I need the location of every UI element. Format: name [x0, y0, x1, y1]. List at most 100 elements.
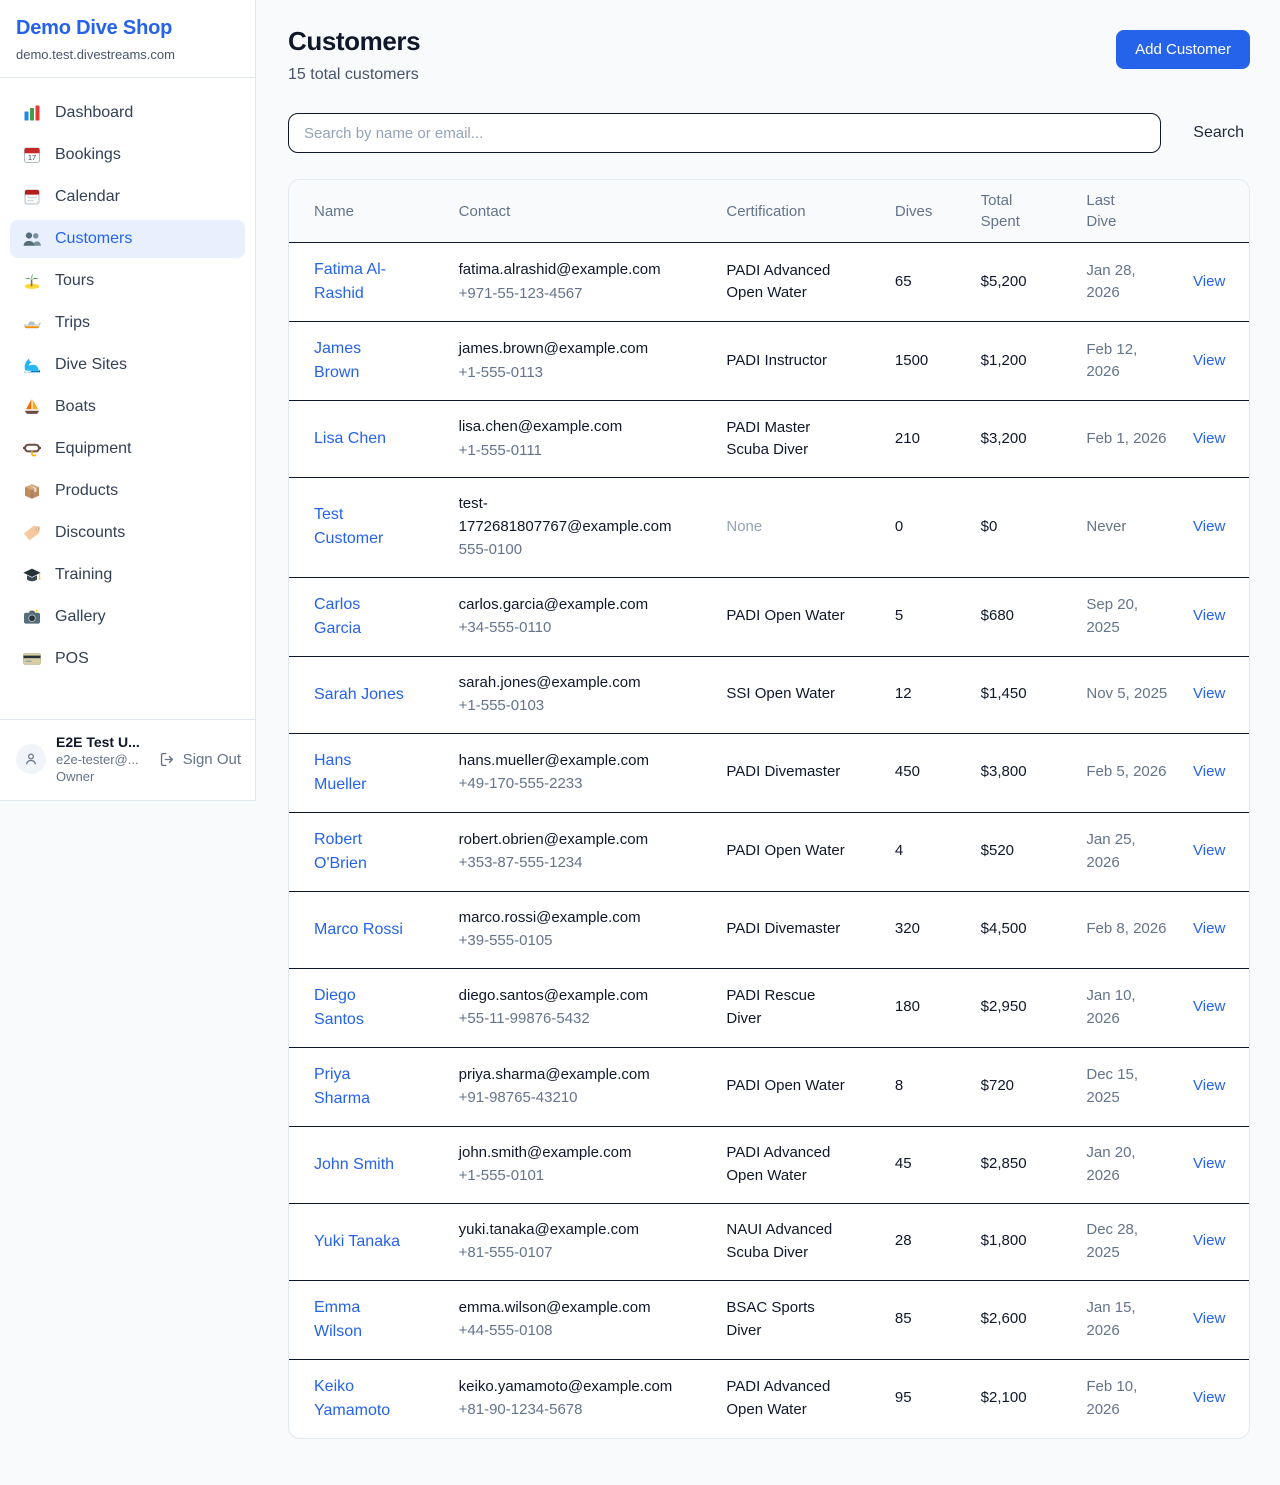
customer-certification: PADI Instructor [726, 350, 850, 373]
customer-total-spent: $720 [981, 1047, 1087, 1126]
sailboat-icon [22, 397, 42, 417]
customer-last-dive: Jan 15, 2026 [1086, 1297, 1168, 1342]
search-button[interactable]: Search [1187, 124, 1250, 142]
sidebar-item-products[interactable]: Products [10, 472, 245, 510]
sign-out-button[interactable]: Sign Out [159, 751, 241, 768]
view-link[interactable]: View [1193, 518, 1225, 535]
customer-email: james.brown@example.com [459, 338, 694, 361]
view-link[interactable]: View [1193, 1077, 1225, 1094]
view-link[interactable]: View [1193, 842, 1225, 859]
sidebar-item-dive-sites[interactable]: Dive Sites [10, 346, 245, 384]
view-link[interactable]: View [1193, 430, 1225, 447]
customer-email: hans.mueller@example.com [459, 750, 694, 773]
view-link[interactable]: View [1193, 1155, 1225, 1172]
customer-phone: +971-55-123-4567 [459, 283, 694, 306]
sidebar-item-trips[interactable]: Trips [10, 304, 245, 342]
customer-email: john.smith@example.com [459, 1142, 694, 1165]
customer-certification: PADI Open Water [726, 1075, 850, 1098]
customer-email: fatima.alrashid@example.com [459, 259, 694, 282]
customer-last-dive: Feb 5, 2026 [1086, 761, 1168, 784]
user-info: E2E Test U... e2e-tester@... Owner [56, 734, 140, 784]
customer-last-dive: Never [1086, 516, 1168, 539]
sidebar-item-pos[interactable]: POS [10, 640, 245, 678]
customer-phone: 555-0100 [459, 539, 694, 562]
customer-total-spent: $1,800 [981, 1203, 1087, 1280]
customer-name-link[interactable]: John Smith [314, 1153, 394, 1177]
customer-email: test-1772681807767@example.com [459, 493, 694, 538]
customer-dives: 4 [895, 812, 981, 891]
sidebar-item-tours[interactable]: Tours [10, 262, 245, 300]
sidebar-item-training[interactable]: Training [10, 556, 245, 594]
sidebar-item-dashboard[interactable]: Dashboard [10, 94, 245, 132]
sidebar-item-discounts[interactable]: Discounts [10, 514, 245, 552]
user-email: e2e-tester@... [56, 752, 140, 767]
customer-total-spent: $3,200 [981, 401, 1087, 478]
table-row: James Brown james.brown@example.com +1-5… [289, 322, 1249, 401]
customer-name-link[interactable]: Diego Santos [314, 984, 406, 1032]
table-row: Hans Mueller hans.mueller@example.com +4… [289, 733, 1249, 812]
view-link[interactable]: View [1193, 1232, 1225, 1249]
customer-total-spent: $0 [981, 478, 1087, 578]
customer-certification: PADI Rescue Diver [726, 985, 850, 1030]
wave-icon [22, 355, 42, 375]
sidebar-item-equipment[interactable]: Equipment [10, 430, 245, 468]
sidebar-item-gallery[interactable]: Gallery [10, 598, 245, 636]
view-link[interactable]: View [1193, 998, 1225, 1015]
view-link[interactable]: View [1193, 685, 1225, 702]
customer-name-link[interactable]: Sarah Jones [314, 683, 404, 707]
customer-dives: 210 [895, 401, 981, 478]
calendar-date-icon: 17 [22, 145, 42, 165]
view-link[interactable]: View [1193, 1310, 1225, 1327]
sidebar-item-label: Dashboard [55, 104, 133, 122]
customer-last-dive: Jan 28, 2026 [1086, 260, 1168, 305]
customer-name-link[interactable]: Robert O'Brien [314, 828, 406, 876]
col-dives: Dives [895, 180, 981, 243]
shop-header: Demo Dive Shop demo.test.divestreams.com [0, 0, 255, 78]
tear-calendar-icon [22, 187, 42, 207]
graduation-cap-icon [22, 565, 42, 585]
customer-name-link[interactable]: Lisa Chen [314, 427, 386, 451]
customer-name-link[interactable]: James Brown [314, 337, 406, 385]
table-row: Robert O'Brien robert.obrien@example.com… [289, 812, 1249, 891]
table-row: Priya Sharma priya.sharma@example.com +9… [289, 1047, 1249, 1126]
view-link[interactable]: View [1193, 1389, 1225, 1406]
customer-name-link[interactable]: Keiko Yamamoto [314, 1375, 406, 1423]
customer-last-dive: Feb 8, 2026 [1086, 918, 1168, 941]
view-link[interactable]: View [1193, 920, 1225, 937]
customer-phone: +34-555-0110 [459, 617, 694, 640]
customer-contact: carlos.garcia@example.com +34-555-0110 [459, 594, 694, 640]
svg-text:17: 17 [28, 153, 36, 162]
view-link[interactable]: View [1193, 273, 1225, 290]
customer-name-link[interactable]: Priya Sharma [314, 1063, 406, 1111]
customer-count: 15 total customers [288, 66, 420, 84]
customer-name-link[interactable]: Hans Mueller [314, 749, 406, 797]
camera-icon [22, 607, 42, 627]
customer-contact: james.brown@example.com +1-555-0113 [459, 338, 694, 384]
view-link[interactable]: View [1193, 763, 1225, 780]
sidebar-item-label: Training [55, 566, 112, 584]
sidebar-item-bookings[interactable]: 17 Bookings [10, 136, 245, 174]
view-link[interactable]: View [1193, 607, 1225, 624]
customer-name-link[interactable]: Emma Wilson [314, 1296, 406, 1344]
customer-name-link[interactable]: Test Customer [314, 503, 406, 551]
sidebar-item-calendar[interactable]: Calendar [10, 178, 245, 216]
customer-name-link[interactable]: Yuki Tanaka [314, 1230, 400, 1254]
customer-total-spent: $2,850 [981, 1126, 1087, 1203]
add-customer-button[interactable]: Add Customer [1116, 30, 1250, 69]
customer-phone: +353-87-555-1234 [459, 852, 694, 875]
sidebar-item-label: Boats [55, 398, 96, 416]
sidebar-item-label: Bookings [55, 146, 121, 164]
table-row: Test Customer test-1772681807767@example… [289, 478, 1249, 578]
customer-name-link[interactable]: Marco Rossi [314, 918, 403, 942]
shop-title[interactable]: Demo Dive Shop [16, 17, 239, 40]
search-input[interactable] [288, 113, 1161, 153]
customer-name-link[interactable]: Carlos Garcia [314, 593, 406, 641]
customer-name-link[interactable]: Fatima Al-Rashid [314, 258, 406, 306]
col-actions [1193, 180, 1249, 243]
sidebar-item-boats[interactable]: Boats [10, 388, 245, 426]
view-link[interactable]: View [1193, 352, 1225, 369]
sidebar-item-customers[interactable]: Customers [10, 220, 245, 258]
sidebar-item-label: Dive Sites [55, 356, 127, 374]
sidebar-item-label: Gallery [55, 608, 106, 626]
customer-total-spent: $1,450 [981, 656, 1087, 733]
